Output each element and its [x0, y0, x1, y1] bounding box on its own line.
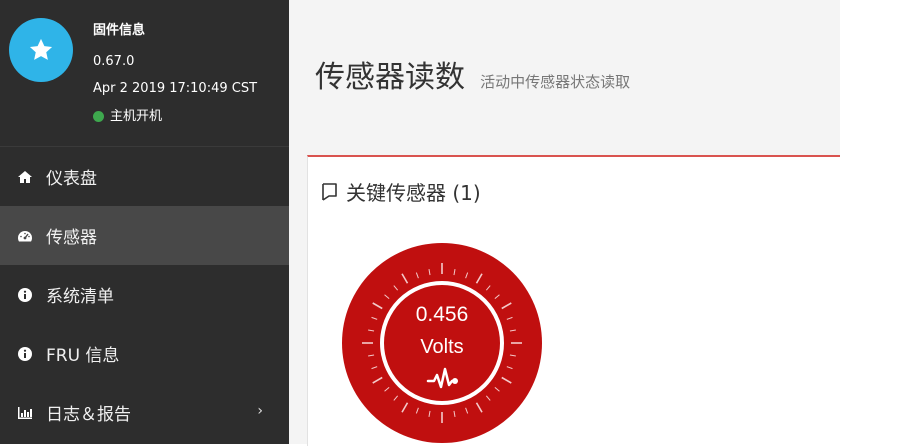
sidebar-item-label: 仪表盘: [46, 169, 97, 189]
home-icon: [16, 168, 34, 186]
dashboard-icon: [16, 227, 34, 245]
sidebar-item-label: 系统清单: [46, 287, 114, 307]
sensor-unit: Volts: [420, 336, 463, 358]
panel-title: 关键传感器 (1): [320, 177, 481, 206]
sidebar-nav: 仪表盘 传感器 系统清单 FRU 信息 日志＆报告 ›: [0, 147, 289, 442]
sidebar-item-fru[interactable]: FRU 信息: [0, 324, 289, 383]
info-icon: [16, 286, 34, 304]
page-margin: [840, 0, 916, 444]
chevron-right-icon: ›: [257, 403, 263, 419]
star-icon: [29, 38, 53, 60]
critical-sensors-panel: 关键传感器 (1) 0.456 Volts: [307, 155, 841, 446]
firmware-version: 0.67.0: [93, 54, 135, 69]
page-header: 传感器读数 活动中传感器状态读取: [315, 52, 630, 96]
sidebar-item-inventory[interactable]: 系统清单: [0, 265, 289, 324]
sidebar-item-label: 日志＆报告: [46, 405, 131, 425]
sensor-value: 0.456: [416, 303, 469, 326]
status-dot-icon: [93, 111, 104, 122]
gauge-graphic: 0.456 Volts: [342, 243, 542, 443]
sidebar: 固件信息 0.67.0 Apr 2 2019 17:10:49 CST 主机开机…: [0, 0, 289, 444]
flag-icon: [322, 182, 337, 201]
panel-title-label: 关键传感器 (1): [346, 181, 481, 205]
sensor-gauge[interactable]: 0.456 Volts: [342, 243, 542, 443]
sidebar-item-label: FRU 信息: [46, 346, 120, 366]
firmware-info-title: 固件信息: [93, 23, 146, 38]
sidebar-item-sensors[interactable]: 传感器: [0, 206, 289, 265]
page-title: 传感器读数: [315, 60, 465, 95]
bar-chart-icon: [16, 404, 34, 422]
sidebar-item-label: 传感器: [46, 228, 97, 248]
host-status: 主机开机: [93, 110, 162, 123]
sidebar-item-logs[interactable]: 日志＆报告 ›: [0, 383, 289, 442]
avatar: [9, 18, 73, 82]
main-content: 传感器读数 活动中传感器状态读取 关键传感器 (1) 0.456 Volts: [289, 0, 841, 446]
sidebar-item-dashboard[interactable]: 仪表盘: [0, 147, 289, 206]
firmware-build-date: Apr 2 2019 17:10:49 CST: [93, 81, 258, 96]
info-icon: [16, 345, 34, 363]
host-status-label: 主机开机: [110, 109, 163, 124]
page-subtitle: 活动中传感器状态读取: [480, 73, 631, 91]
firmware-profile: 固件信息 0.67.0 Apr 2 2019 17:10:49 CST 主机开机: [0, 0, 289, 147]
